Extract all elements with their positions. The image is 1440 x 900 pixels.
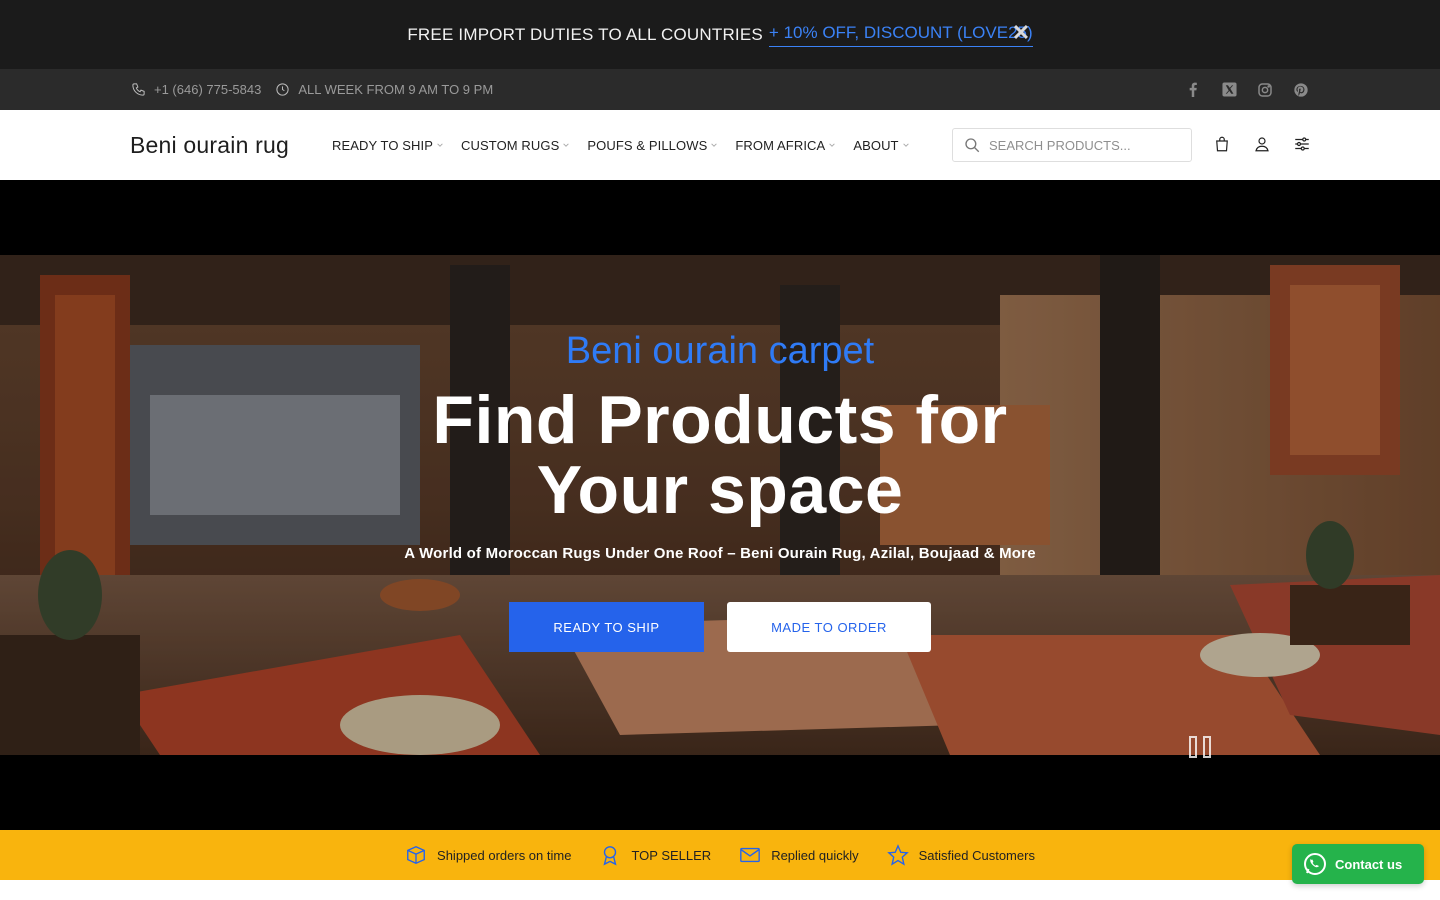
chevron-down-icon — [563, 143, 570, 147]
close-icon[interactable]: ✕ — [1010, 22, 1032, 44]
search-input[interactable] — [989, 137, 1179, 153]
chevron-down-icon — [437, 143, 443, 147]
search-icon — [965, 138, 980, 153]
pause-icon — [1203, 736, 1211, 758]
hero-title: Find Products for Your space — [0, 385, 1440, 525]
site-header: Beni ourain rug READY TO SHIP CUSTOM RUG… — [0, 110, 1440, 180]
nav-poufs-pillows[interactable]: POUFS & PILLOWS — [587, 138, 718, 153]
award-icon — [603, 846, 617, 866]
nav-ready-to-ship[interactable]: READY TO SHIP — [332, 138, 444, 153]
whatsapp-contact-button[interactable]: Contact us — [1292, 844, 1424, 884]
features-bar: Shipped orders on time TOP SELLER Replie… — [0, 830, 1440, 880]
nav-label: CUSTOM RUGS — [461, 137, 560, 153]
hours-info: ALL WEEK FROM 9 AM TO 9 PM — [275, 82, 493, 97]
filter-settings-icon[interactable] — [1292, 134, 1312, 154]
social-links — [1184, 69, 1310, 110]
opening-hours: ALL WEEK FROM 9 AM TO 9 PM — [298, 82, 494, 97]
hero-content: Beni ourain carpet Find Products for You… — [0, 255, 1440, 758]
hero-section: Beni ourain carpet Find Products for You… — [0, 180, 1440, 830]
facebook-icon[interactable] — [1184, 81, 1202, 99]
made-to-order-button[interactable]: MADE TO ORDER — [727, 602, 931, 652]
contact-label: Contact us — [1335, 856, 1403, 872]
nav-from-africa[interactable]: FROM AFRICA — [735, 138, 836, 153]
account-icon[interactable] — [1252, 134, 1272, 154]
nav-label: FROM AFRICA — [735, 137, 826, 153]
hero-eyebrow: Beni ourain carpet — [565, 330, 875, 372]
header-actions — [1212, 134, 1312, 154]
phone-number: +1 (646) 775-5843 — [154, 82, 262, 97]
ready-to-ship-button[interactable]: READY TO SHIP — [509, 602, 704, 652]
slider-pause-button[interactable] — [1186, 733, 1214, 761]
whatsapp-icon — [1304, 853, 1326, 875]
nav-label: POUFS & PILLOWS — [587, 137, 708, 153]
chevron-down-icon — [902, 143, 909, 147]
hero-title-line: Your space — [536, 452, 904, 528]
clock-icon — [276, 83, 289, 96]
x-twitter-icon[interactable] — [1220, 81, 1238, 99]
search-box[interactable] — [952, 128, 1192, 162]
feature-label: TOP SELLER — [631, 847, 712, 863]
phone-icon — [132, 83, 145, 96]
contact-info: +1 (646) 775-5843 ALL WEEK FROM 9 AM TO … — [131, 69, 493, 110]
feature-replied: Replied quickly — [739, 844, 859, 866]
pause-icon — [1189, 736, 1197, 758]
promo-text: FREE IMPORT DUTIES TO ALL COUNTRIES — [407, 24, 763, 44]
feature-top-seller: TOP SELLER — [599, 844, 711, 866]
top-info-bar: +1 (646) 775-5843 ALL WEEK FROM 9 AM TO … — [0, 69, 1440, 110]
pinterest-icon[interactable] — [1292, 81, 1310, 99]
discount-link[interactable]: + 10% OFF, DISCOUNT (LOVE25) — [768, 23, 1033, 47]
instagram-icon[interactable] — [1256, 81, 1274, 99]
feature-shipped: Shipped orders on time — [405, 844, 571, 866]
hero-subtitle: A World of Moroccan Rugs Under One Roof … — [404, 545, 1036, 562]
site-logo[interactable]: Beni ourain rug — [130, 132, 289, 159]
star-icon — [886, 844, 909, 866]
cart-icon[interactable] — [1212, 134, 1232, 154]
main-nav: READY TO SHIP CUSTOM RUGS POUFS & PILLOW… — [332, 110, 910, 180]
mail-icon — [740, 847, 761, 863]
nav-label: READY TO SHIP — [332, 137, 434, 153]
nav-custom-rugs[interactable]: CUSTOM RUGS — [461, 138, 570, 153]
nav-about[interactable]: ABOUT — [853, 138, 909, 153]
feature-label: Satisfied Customers — [918, 847, 1035, 863]
chevron-down-icon — [829, 143, 836, 147]
announcement-bar: FREE IMPORT DUTIES TO ALL COUNTRIES + 10… — [0, 0, 1440, 69]
chevron-down-icon — [711, 143, 718, 147]
box-icon — [407, 845, 425, 865]
feature-satisfied: Satisfied Customers — [886, 844, 1035, 866]
phone-info[interactable]: +1 (646) 775-5843 — [131, 82, 261, 97]
feature-label: Replied quickly — [771, 847, 859, 863]
feature-label: Shipped orders on time — [437, 847, 572, 863]
hero-title-line: Find Products for — [432, 382, 1008, 458]
nav-label: ABOUT — [853, 137, 899, 153]
